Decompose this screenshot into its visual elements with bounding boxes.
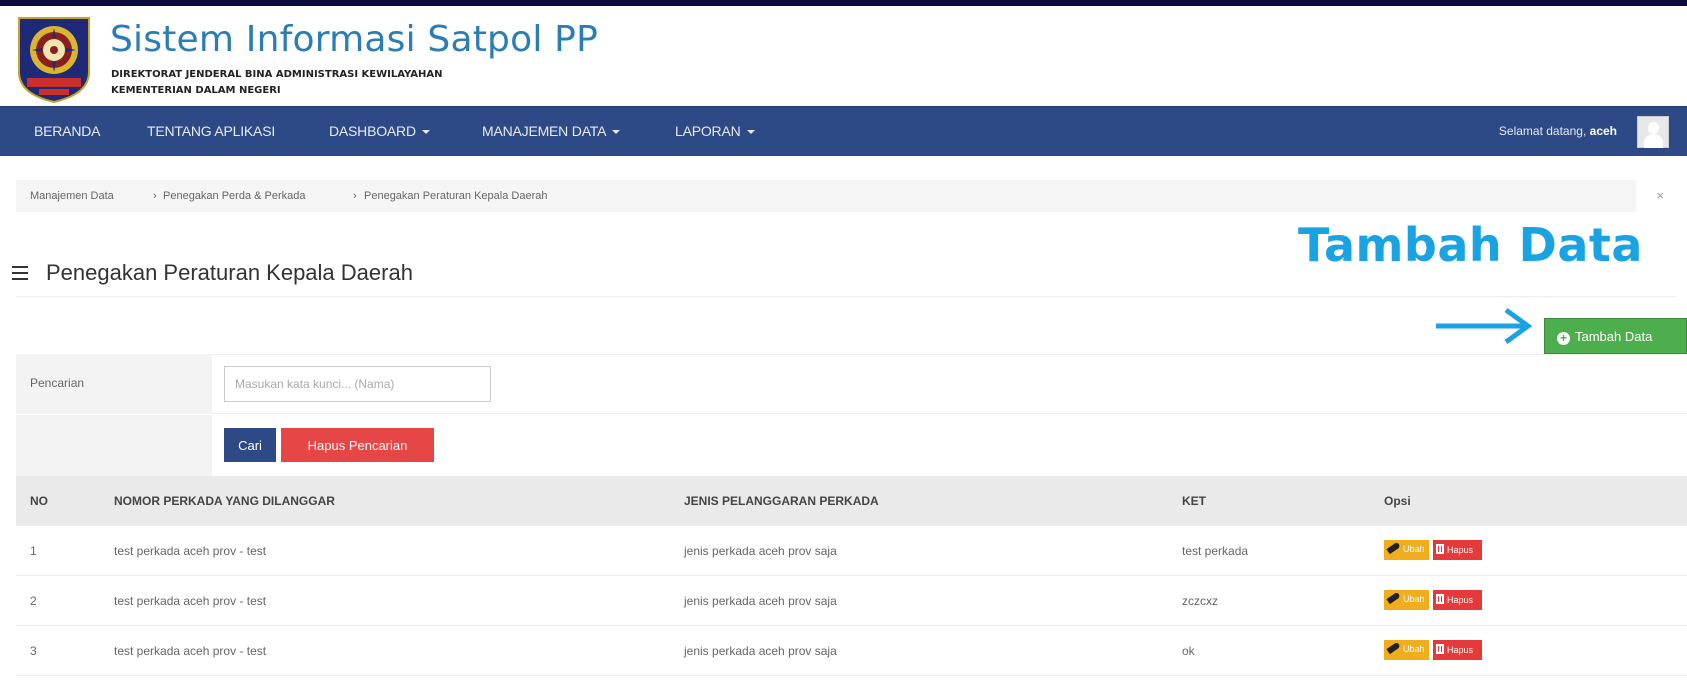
nav-item-label: DASHBOARD bbox=[329, 123, 416, 139]
cell-ket: zczcxz bbox=[1182, 594, 1218, 608]
delete-button[interactable]: Hapus bbox=[1433, 590, 1482, 610]
nav-item-label: BERANDA bbox=[34, 123, 101, 139]
user-avatar[interactable] bbox=[1637, 116, 1669, 148]
breadcrumb-separator: › bbox=[153, 190, 157, 202]
search-input[interactable] bbox=[224, 366, 491, 402]
cell-ket: test perkada bbox=[1182, 544, 1249, 558]
annotation-arrow-icon bbox=[1436, 307, 1533, 345]
breadcrumb-close-icon[interactable]: × bbox=[1656, 188, 1664, 203]
site-subtitle-ministry: KEMENTERIAN DALAM NEGERI bbox=[111, 85, 281, 96]
trash-icon bbox=[1436, 644, 1444, 654]
welcome-text: Selamat datang, bbox=[1498, 124, 1587, 138]
breadcrumb-item-penegakan-perda[interactable]: Penegakan Perda & Perkada bbox=[163, 190, 306, 202]
caret-down-icon bbox=[746, 130, 755, 135]
satpol-pp-logo-icon bbox=[18, 17, 90, 104]
trash-icon bbox=[1436, 594, 1444, 604]
edit-button[interactable]: Ubah bbox=[1384, 640, 1429, 660]
table-header-row: NO NOMOR PERKADA YANG DILANGGAR JENIS PE… bbox=[16, 476, 1687, 526]
add-data-button[interactable]: + Tambah Data bbox=[1544, 318, 1687, 354]
welcome-username: aceh bbox=[1589, 124, 1617, 138]
trash-icon bbox=[1436, 544, 1444, 554]
main-navbar: BERANDA TENTANG APLIKASI DASHBOARD MANAJ… bbox=[0, 106, 1687, 156]
nav-item-beranda[interactable]: BERANDA bbox=[34, 123, 100, 139]
delete-button-label: Hapus bbox=[1447, 645, 1474, 655]
nav-item-label: LAPORAN bbox=[675, 123, 741, 139]
cell-nomor-perkada: test perkada aceh prov - test bbox=[114, 544, 267, 558]
welcome-message: Selamat datang, aceh bbox=[1499, 124, 1617, 138]
cell-nomor-perkada: test perkada aceh prov - test bbox=[114, 644, 267, 658]
caret-down-icon bbox=[612, 130, 621, 135]
nav-item-label: TENTANG APLIKASI bbox=[147, 123, 276, 139]
hamburger-menu-icon[interactable] bbox=[12, 266, 30, 280]
column-header-opsi: Opsi bbox=[1384, 494, 1411, 508]
pencil-icon bbox=[1386, 541, 1401, 555]
cell-jenis-pelanggaran: jenis perkada aceh prov saja bbox=[684, 644, 837, 658]
heading-divider bbox=[16, 296, 1676, 297]
page-title: Penegakan Peraturan Kepala Daerah bbox=[46, 260, 413, 285]
cell-jenis-pelanggaran: jenis perkada aceh prov saja bbox=[684, 594, 837, 608]
breadcrumb-item-manajemen-data[interactable]: Manajemen Data bbox=[30, 190, 114, 202]
pencil-icon bbox=[1386, 641, 1401, 655]
edit-button[interactable]: Ubah bbox=[1384, 540, 1429, 560]
breadcrumb-separator: › bbox=[353, 190, 357, 202]
site-header: Sistem Informasi Satpol PP DIREKTORAT JE… bbox=[0, 6, 1687, 106]
nav-item-label: MANAJEMEN DATA bbox=[482, 123, 607, 139]
nav-item-tentang-aplikasi[interactable]: TENTANG APLIKASI bbox=[147, 123, 275, 139]
edit-button[interactable]: Ubah bbox=[1384, 590, 1429, 610]
column-header-no: NO bbox=[30, 494, 48, 508]
breadcrumb: Manajemen Data › Penegakan Perda & Perka… bbox=[16, 180, 1636, 212]
cell-no: 1 bbox=[30, 544, 37, 558]
delete-button[interactable]: Hapus bbox=[1433, 540, 1482, 560]
clear-search-button[interactable]: Hapus Pencarian bbox=[281, 428, 434, 462]
delete-button-label: Hapus bbox=[1447, 545, 1474, 555]
cell-no: 3 bbox=[30, 644, 37, 658]
search-label-cell-lower bbox=[16, 414, 212, 476]
cell-nomor-perkada: test perkada aceh prov - test bbox=[114, 594, 267, 608]
plus-circle-icon: + bbox=[1557, 332, 1570, 345]
column-header-jenis-pelanggaran: JENIS PELANGGARAN PERKADA bbox=[684, 494, 879, 508]
search-button[interactable]: Cari bbox=[224, 428, 276, 462]
column-header-ket: KET bbox=[1182, 494, 1206, 508]
delete-button-label: Hapus bbox=[1447, 595, 1474, 605]
avatar-body-shape bbox=[1644, 134, 1663, 148]
delete-button[interactable]: Hapus bbox=[1433, 640, 1482, 660]
nav-item-laporan[interactable]: LAPORAN bbox=[675, 123, 755, 139]
edit-button-label: Ubah bbox=[1403, 644, 1425, 654]
table-row: 1 test perkada aceh prov - test jenis pe… bbox=[16, 526, 1687, 576]
site-subtitle-directorate: DIREKTORAT JENDERAL BINA ADMINISTRASI KE… bbox=[111, 69, 443, 80]
add-data-button-label: Tambah Data bbox=[1575, 329, 1653, 344]
edit-button-label: Ubah bbox=[1403, 594, 1425, 604]
table-row: 3 test perkada aceh prov - test jenis pe… bbox=[16, 626, 1687, 676]
edit-button-label: Ubah bbox=[1403, 544, 1425, 554]
cell-no: 2 bbox=[30, 594, 37, 608]
table-row: 2 test perkada aceh prov - test jenis pe… bbox=[16, 576, 1687, 626]
breadcrumb-item-current: Penegakan Peraturan Kepala Daerah bbox=[364, 190, 548, 202]
nav-item-manajemen-data[interactable]: MANAJEMEN DATA bbox=[482, 123, 621, 139]
annotation-title: Tambah Data bbox=[1298, 218, 1643, 272]
nav-item-dashboard[interactable]: DASHBOARD bbox=[329, 123, 430, 139]
caret-down-icon bbox=[421, 130, 430, 135]
cell-ket: ok bbox=[1182, 644, 1195, 658]
pencil-icon bbox=[1386, 591, 1401, 605]
avatar-head-shape bbox=[1648, 122, 1659, 134]
site-title: Sistem Informasi Satpol PP bbox=[110, 19, 598, 60]
search-label: Pencarian bbox=[30, 376, 85, 390]
column-header-nomor-perkada: NOMOR PERKADA YANG DILANGGAR bbox=[114, 494, 335, 508]
cell-jenis-pelanggaran: jenis perkada aceh prov saja bbox=[684, 544, 837, 558]
